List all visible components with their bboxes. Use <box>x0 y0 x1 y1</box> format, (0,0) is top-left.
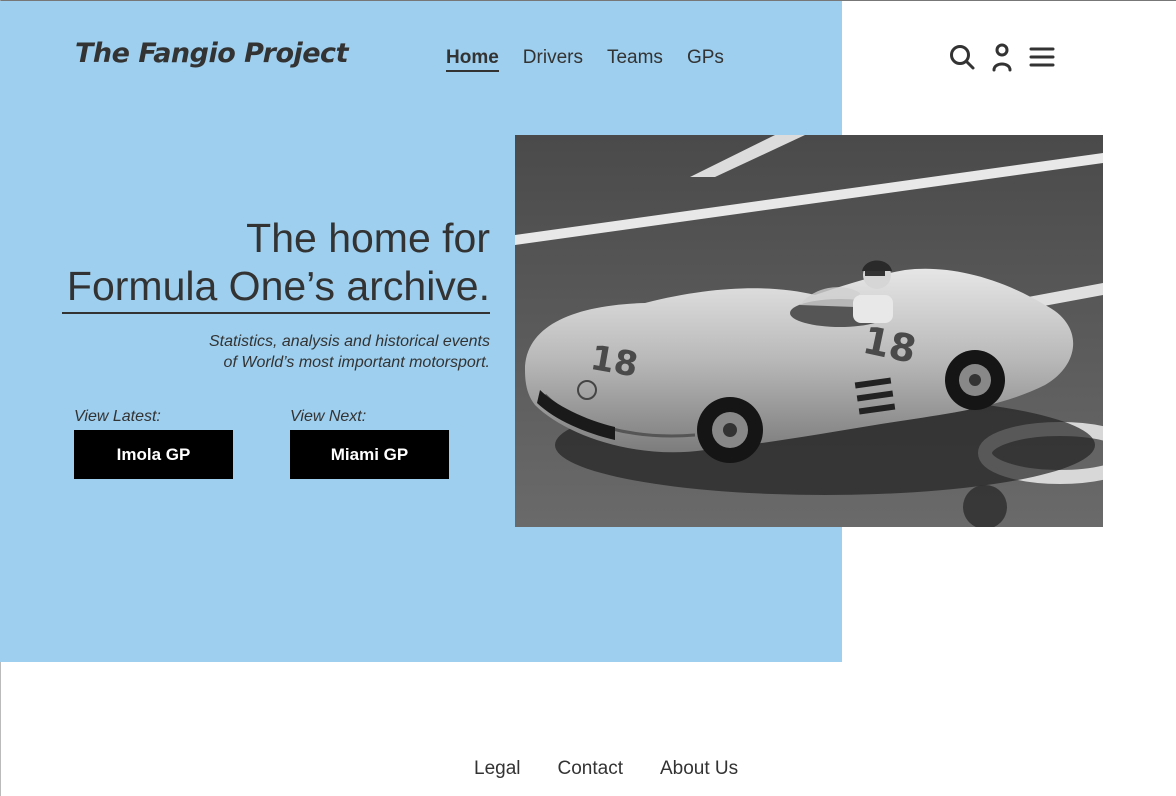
headline-line-1: The home for <box>246 215 490 261</box>
site-logo[interactable]: The Fangio Project <box>75 38 348 69</box>
nav-item-drivers[interactable]: Drivers <box>523 46 583 72</box>
nav-item-home[interactable]: Home <box>446 46 499 72</box>
header-icons <box>948 42 1056 72</box>
site-footer: Legal Contact About Us <box>474 758 738 780</box>
main-nav: Home Drivers Teams GPs <box>446 46 724 72</box>
footer-link-about-us[interactable]: About Us <box>660 758 738 780</box>
nav-item-teams[interactable]: Teams <box>607 46 663 72</box>
user-icon[interactable] <box>988 42 1016 72</box>
view-next-group: View Next: Miami GP <box>290 408 449 479</box>
tagline-line-2: of World’s most important motorsport. <box>223 354 490 371</box>
view-next-label: View Next: <box>290 408 367 425</box>
photo-car-number-hood: 18 <box>587 338 641 386</box>
search-icon[interactable] <box>948 42 976 72</box>
headline-underline <box>62 312 490 314</box>
footer-link-contact[interactable]: Contact <box>558 758 623 780</box>
view-next-button[interactable]: Miami GP <box>290 430 449 479</box>
hero-tagline: Statistics, analysis and historical even… <box>209 331 490 373</box>
hero-headline: The home for Formula One’s archive. <box>67 214 490 310</box>
view-latest-group: View Latest: Imola GP <box>74 408 233 479</box>
nav-item-gps[interactable]: GPs <box>687 46 724 72</box>
hero-race-car-photo: 18 18 <box>515 135 1103 527</box>
view-latest-button[interactable]: Imola GP <box>74 430 233 479</box>
menu-icon[interactable] <box>1028 42 1056 72</box>
view-latest-label: View Latest: <box>74 408 161 425</box>
headline-line-2: Formula One’s archive. <box>66 263 490 309</box>
footer-link-legal[interactable]: Legal <box>474 758 521 780</box>
tagline-line-1: Statistics, analysis and historical even… <box>208 333 490 350</box>
